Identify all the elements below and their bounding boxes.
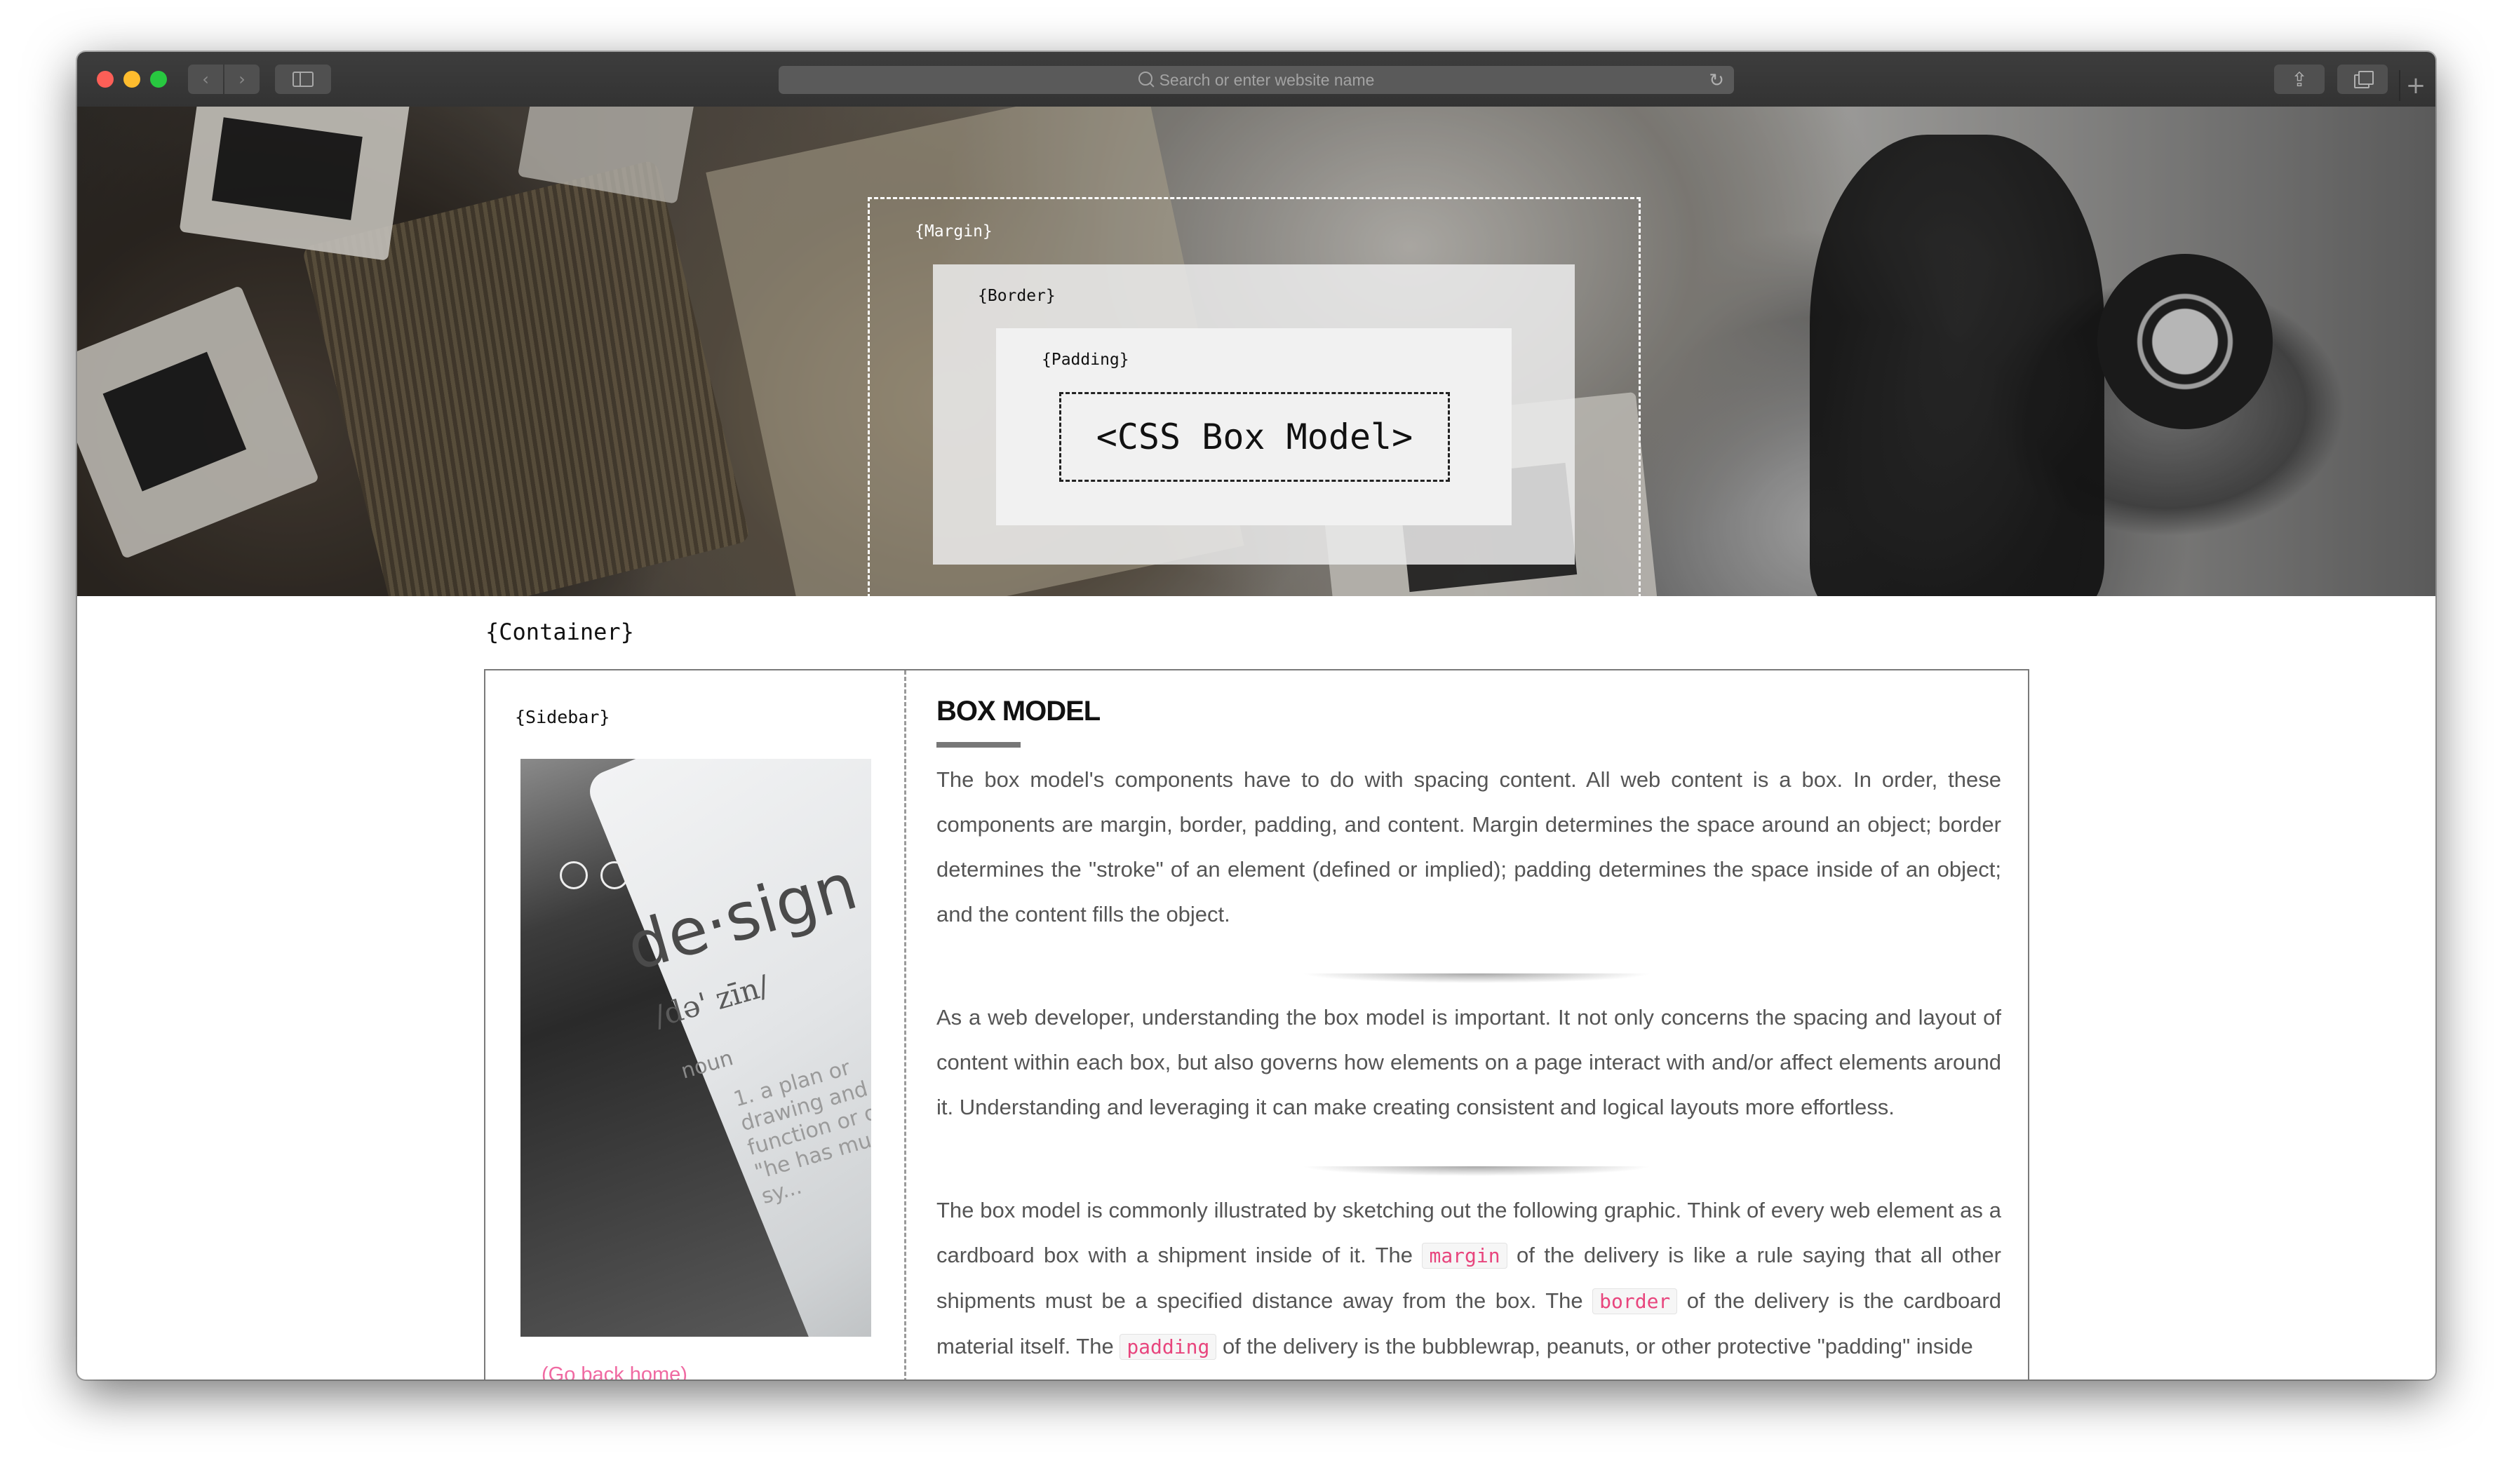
container: {Sidebar} de·sign /də' zīn/ noun 1. a pl…	[484, 669, 2029, 1380]
reload-icon[interactable]: ↻	[1709, 70, 1724, 91]
title-underline	[936, 742, 1021, 748]
container-label: {Container}	[485, 619, 634, 645]
sidebar: {Sidebar} de·sign /də' zīn/ noun 1. a pl…	[485, 670, 906, 1380]
content-box: <CSS Box Model>	[1059, 392, 1450, 482]
browser-window: ‹ › Search or enter website name ↻ ⇪ + <…	[77, 52, 2435, 1380]
divider	[1301, 1166, 1652, 1176]
code-margin: margin	[1422, 1243, 1507, 1269]
show-tabs-button[interactable]	[2337, 65, 2388, 94]
go-back-home-link[interactable]: (Go back home)	[542, 1363, 687, 1380]
code-border: border	[1592, 1288, 1678, 1314]
share-button[interactable]: ⇪	[2274, 65, 2325, 94]
address-bar[interactable]: Search or enter website name ↻	[779, 66, 1734, 94]
border-label: {Border}	[978, 287, 1056, 305]
new-tab-icon: +	[2405, 72, 2426, 100]
code-padding: padding	[1120, 1334, 1217, 1360]
hero-banner: <CSS Box Model> {Margin} {Border} {Paddi…	[77, 107, 2435, 596]
forward-button[interactable]: ›	[224, 65, 260, 94]
tabs-icon-front	[2358, 71, 2374, 85]
back-icon: ‹	[202, 69, 209, 89]
sidebar-icon	[293, 72, 314, 87]
margin-label: {Margin}	[915, 222, 993, 241]
new-tab-button[interactable]: +	[2399, 70, 2431, 101]
zoom-window-button[interactable]	[150, 71, 167, 88]
whatsapp-icon	[560, 861, 588, 889]
share-icon: ⇪	[2291, 67, 2308, 91]
main-content: BOX MODEL The box model's components hav…	[936, 670, 2001, 1380]
address-placeholder: Search or enter website name	[1159, 70, 1375, 89]
divider	[1301, 973, 1652, 983]
article-title: BOX MODEL	[936, 696, 1101, 727]
sidebar-image: de·sign /də' zīn/ noun 1. a plan or draw…	[520, 759, 871, 1337]
minimize-window-button[interactable]	[123, 71, 140, 88]
article-paragraph-1: The box model's components have to do wi…	[936, 767, 2001, 926]
paragraph-text: of the delivery is the bubblewrap, peanu…	[1216, 1334, 1973, 1358]
browser-toolbar: ‹ › Search or enter website name ↻ ⇪ +	[77, 52, 2435, 108]
article-paragraph-2: As a web developer, understanding the bo…	[936, 1005, 2001, 1119]
sidebar-label: {Sidebar}	[515, 707, 610, 727]
forward-icon: ›	[238, 69, 246, 89]
padding-label: {Padding}	[1042, 351, 1129, 369]
search-icon	[1138, 72, 1152, 86]
message-icon	[600, 861, 629, 889]
sidebar-toggle-button[interactable]	[275, 65, 331, 94]
close-window-button[interactable]	[97, 71, 114, 88]
article-paragraph-3: The box model is commonly illustrated by…	[936, 1188, 2001, 1370]
back-button[interactable]: ‹	[188, 65, 223, 94]
